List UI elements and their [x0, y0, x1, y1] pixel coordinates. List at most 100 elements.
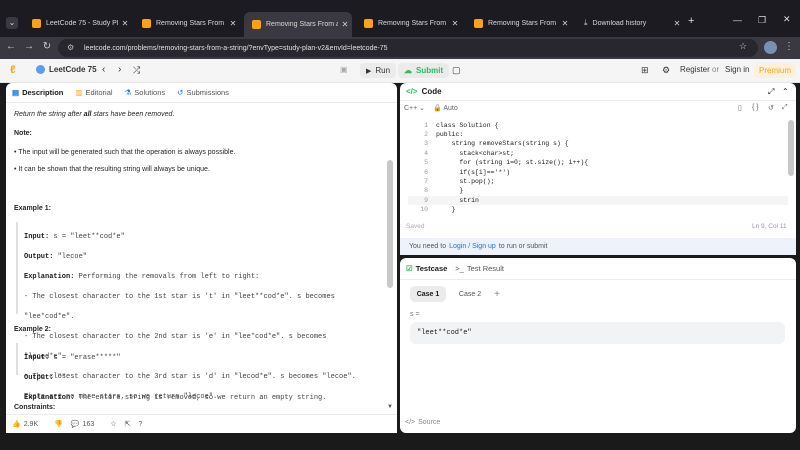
study-plan-link[interactable]: LeetCode 75	[36, 65, 97, 74]
close-icon[interactable]: ✕	[118, 19, 132, 28]
close-icon[interactable]: ✕	[226, 19, 240, 28]
case-1-button[interactable]: Case 1	[410, 286, 446, 302]
testcase-input[interactable]: "leet**cod*e"	[410, 322, 785, 344]
url-input[interactable]: ⚙ leetcode.com/problems/removing-stars-f…	[58, 39, 758, 57]
comments-button[interactable]: 💬 163	[71, 420, 102, 429]
close-icon[interactable]: ✕	[558, 19, 572, 28]
format-icon[interactable]: { }	[752, 104, 759, 111]
run-button[interactable]: ▶ Run	[360, 63, 397, 78]
tab-title: Removing Stars From a St	[156, 19, 226, 27]
login-link[interactable]: Login / Sign up	[449, 243, 496, 250]
code-line: 1 class Solution {	[424, 122, 499, 129]
case-1-label: Case 1	[416, 290, 440, 298]
code-toolbar: C++ ⌄ 🔒 Auto ▯ { } ↺ ⤢	[400, 101, 796, 115]
shuffle-icon[interactable]: ⤮	[133, 65, 140, 76]
book-icon: ▥	[75, 88, 83, 97]
fullscreen-icon[interactable]: ⤢	[782, 104, 788, 112]
close-icon[interactable]: ✕	[448, 19, 462, 28]
browser-tab-6[interactable]: ⤓ Download history ✕	[576, 13, 684, 33]
source-label: Source	[418, 419, 441, 426]
code-line: 10 }	[420, 206, 456, 213]
dislike-icon[interactable]: 👎	[54, 420, 63, 428]
menu-kebab-icon[interactable]: ⋮	[782, 41, 796, 52]
reset-icon[interactable]: ↺	[768, 104, 774, 112]
settings-gear-icon[interactable]: ⚙	[662, 65, 670, 76]
tab-editorial[interactable]: ▥ Editorial	[75, 88, 112, 97]
submit-button[interactable]: ☁ Submit	[398, 63, 450, 78]
tab-description[interactable]: ▤ Description	[12, 88, 63, 97]
signin-link[interactable]: Sign in	[725, 65, 749, 74]
note-item-1: • The input will be generated such that …	[14, 148, 235, 158]
address-bar-row: ← → ↻ ⚙ leetcode.com/problems/removing-s…	[0, 37, 800, 59]
register-link[interactable]: Register	[680, 65, 710, 74]
share-icon[interactable]: ⇱	[125, 420, 131, 428]
tab-search-icon[interactable]: ⌄	[6, 17, 18, 29]
browser-tab-4[interactable]: Removing Stars From a St ✕	[356, 13, 462, 33]
tab-title: Removing Stars From a St	[378, 19, 448, 27]
close-icon[interactable]: ✕	[338, 20, 352, 29]
new-tab-button[interactable]: +	[688, 15, 694, 27]
leetcode-logo-icon[interactable]: ℓ	[10, 64, 15, 76]
code-line: 5 for (string i=0; st.size(); i++){	[424, 159, 589, 166]
layout-icon[interactable]: ⊞	[641, 65, 649, 76]
browser-tab-2[interactable]: Removing Stars From a St ✕	[134, 13, 240, 33]
language-select[interactable]: C++ ⌄	[404, 104, 425, 112]
thumbs-up-icon: 👍	[12, 421, 21, 428]
prev-problem-icon[interactable]: ‹	[102, 64, 105, 75]
intro-b: the string after	[36, 111, 84, 118]
example2-block: Input: s = "erase*****" Output: "" Expla…	[16, 343, 326, 402]
premium-button[interactable]: Premium	[754, 63, 797, 78]
site-info-icon[interactable]: ⚙	[67, 43, 77, 53]
add-case-label: +	[494, 288, 500, 300]
expand-icon[interactable]: ⤢	[768, 87, 774, 97]
profile-avatar[interactable]	[764, 41, 777, 54]
run-label: Run	[375, 66, 391, 75]
tab-editorial-label: Editorial	[85, 88, 113, 97]
code-line: 4 stack<char>st;	[424, 150, 515, 157]
case-2-button[interactable]: Case 2	[452, 286, 488, 302]
like-button[interactable]: 👍 2.9K	[12, 420, 46, 429]
cloud-upload-icon: ☁	[404, 66, 412, 75]
tab-title: Download history	[592, 19, 647, 27]
scroll-down-icon[interactable]: ▼	[387, 404, 393, 410]
tab-submissions[interactable]: ↺ Submissions	[177, 88, 229, 97]
code-brackets-icon: </>	[406, 87, 418, 96]
add-case-button[interactable]: +	[490, 286, 504, 302]
checkbox-icon: ☑	[406, 264, 413, 273]
tab-test-result[interactable]: >_ Test Result	[455, 264, 504, 273]
forward-icon[interactable]: →	[22, 41, 36, 52]
leetcode-favicon-icon	[474, 18, 483, 28]
back-icon[interactable]: ←	[4, 41, 18, 52]
tab-testcase[interactable]: ☑ Testcase	[406, 264, 447, 273]
description-scrollbar[interactable]	[387, 160, 393, 288]
mode-select[interactable]: 🔒 Auto	[433, 104, 458, 112]
reload-icon[interactable]: ↻	[40, 41, 54, 52]
bookmark-icon[interactable]: ▯	[738, 104, 742, 112]
leetcode-favicon-icon	[32, 18, 41, 28]
browser-tab-1[interactable]: LeetCode 75 - Study Plan ✕	[24, 13, 132, 33]
comment-count: 163	[82, 420, 95, 428]
help-icon[interactable]: ?	[138, 421, 142, 428]
intro-a: Return	[14, 111, 37, 118]
close-window-icon[interactable]: ✕	[783, 14, 791, 25]
tab-solutions[interactable]: ⚗ Solutions	[125, 88, 166, 97]
minimize-icon[interactable]: —	[733, 15, 742, 25]
saved-status: Saved	[406, 223, 425, 230]
language-label: C++	[404, 105, 418, 112]
code-line: 6 if(s[i]=='*')	[424, 169, 511, 176]
bookmark-star-icon[interactable]: ☆	[736, 41, 750, 52]
cursor-position: Ln 9, Col 11	[752, 223, 787, 230]
favorite-star-icon[interactable]: ☆	[110, 420, 116, 428]
notes-icon[interactable]: ▢	[452, 65, 461, 76]
maximize-icon[interactable]: ❐	[758, 15, 766, 26]
browser-tab-3-active[interactable]: Removing Stars From a St ✕	[244, 12, 352, 37]
source-link[interactable]: </> Source	[405, 419, 440, 426]
login-prefix: You need to	[409, 243, 447, 250]
close-icon[interactable]: ✕	[670, 19, 684, 28]
debug-icon[interactable]: ▣	[340, 65, 348, 74]
next-problem-icon[interactable]: ›	[118, 64, 121, 75]
code-scrollbar[interactable]	[788, 120, 794, 176]
window-bottom-edge	[0, 436, 800, 450]
browser-tab-5[interactable]: Removing Stars From a St ✕	[466, 13, 572, 33]
collapse-icon[interactable]: ⌃	[782, 87, 789, 96]
